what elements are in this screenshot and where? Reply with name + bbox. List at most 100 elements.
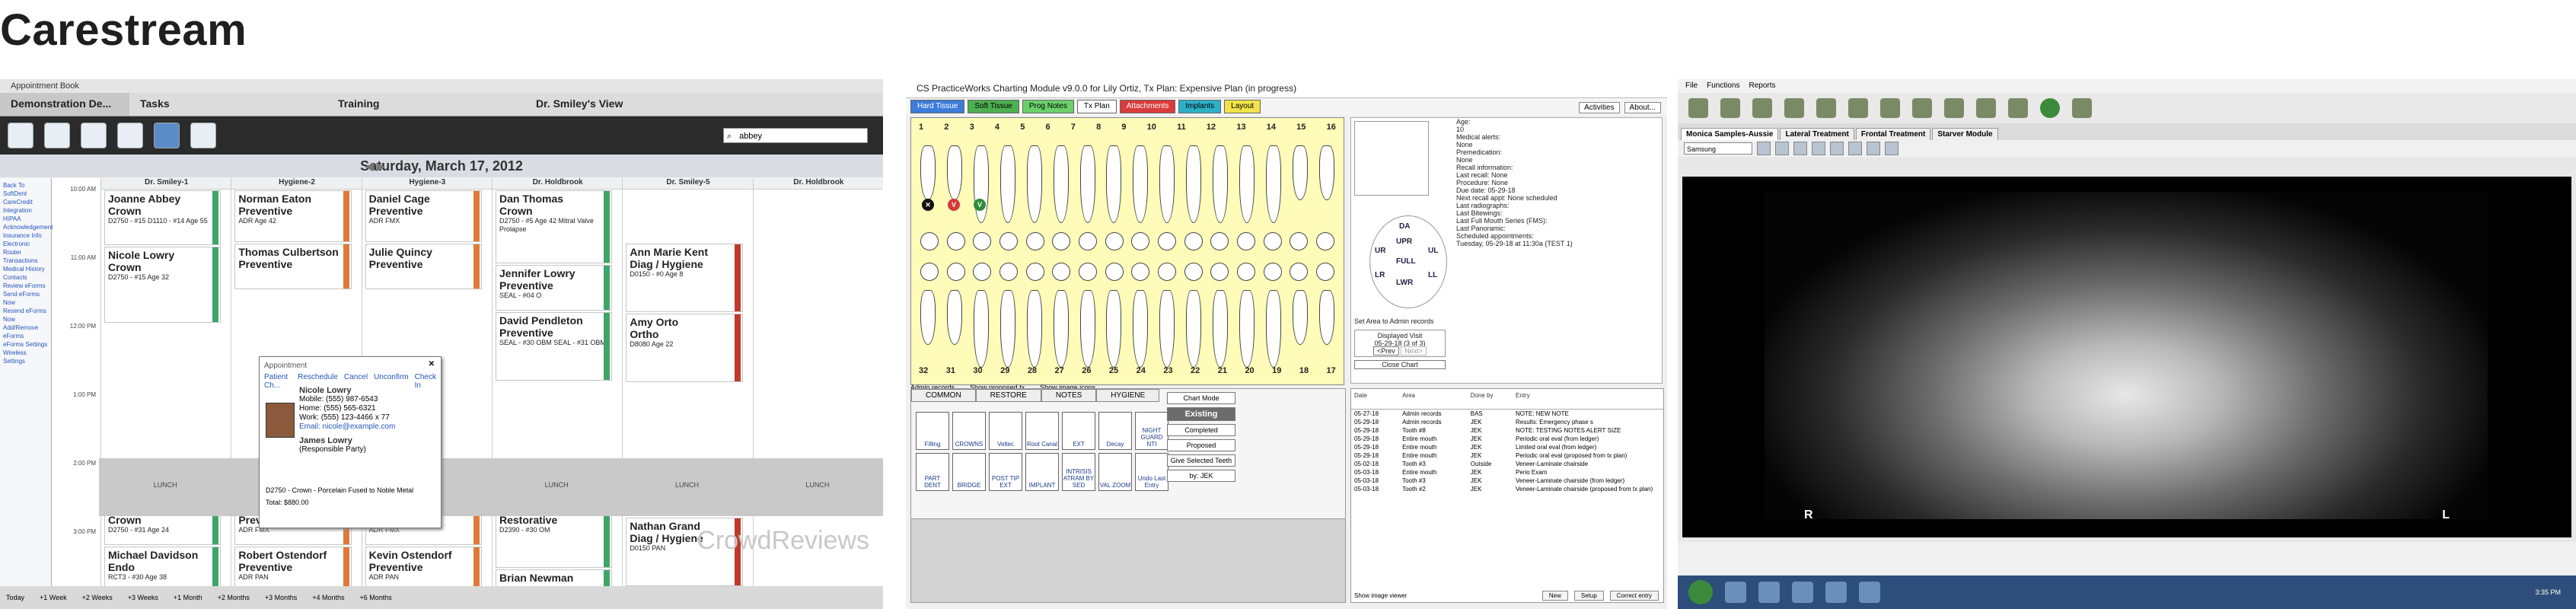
appointment-card[interactable]: David Pendleton Preventive SEAL - #30 OBM … <box>496 312 613 381</box>
chart-tab[interactable]: Tx Plan <box>1076 100 1117 113</box>
checklist-icon[interactable] <box>44 123 70 148</box>
procedure-button[interactable]: IMPLANT <box>1025 453 1059 491</box>
occlusal-surface[interactable] <box>920 263 939 281</box>
next-visit-button[interactable]: Next> <box>1401 346 1427 356</box>
tooth[interactable] <box>999 145 1015 223</box>
tooth[interactable] <box>1159 145 1175 223</box>
side-link[interactable]: CareCredit Integration <box>3 198 48 215</box>
procedure-button[interactable]: Root Canal <box>1025 412 1059 450</box>
close-icon[interactable]: ✕ <box>429 360 435 368</box>
occlusal-surface[interactable] <box>1184 263 1203 281</box>
print-icon[interactable] <box>190 123 216 148</box>
procedure-button[interactable]: Veltec <box>989 412 1022 450</box>
occlusal-surface[interactable] <box>1105 263 1124 281</box>
tooth[interactable] <box>1239 290 1255 368</box>
procedure-button[interactable]: Filling <box>916 412 949 450</box>
procedure-tab[interactable]: COMMON <box>911 389 976 402</box>
appointment-card[interactable]: Kevin Ostendorf Preventive ADR PAN <box>365 547 482 588</box>
procedure-button[interactable]: POST TIP EXT <box>989 453 1022 491</box>
tooth[interactable] <box>1292 290 1308 345</box>
arch-selector[interactable]: DA UPR UR UL FULL LR LL LWR <box>1369 215 1447 308</box>
start-icon[interactable] <box>1688 580 1713 604</box>
capture-icon[interactable] <box>1720 98 1740 118</box>
occlusal-surface[interactable] <box>999 232 1018 250</box>
log-button[interactable]: New <box>1541 591 1568 601</box>
close-chart-button[interactable]: Close Chart <box>1354 360 1446 369</box>
tooth[interactable] <box>1159 290 1175 368</box>
log-row[interactable]: 05-03-18 Entire mouth JEK Perio Exam <box>1351 468 1663 477</box>
annotate-icon[interactable] <box>1848 142 1862 155</box>
template-icon[interactable] <box>1848 98 1868 118</box>
notes-area[interactable] <box>911 518 1345 602</box>
side-link[interactable]: HIPAA Acknowledgement <box>3 215 53 231</box>
procedure-button[interactable]: VAL ZOOM <box>1098 453 1132 491</box>
about-button[interactable]: About... <box>1624 102 1661 113</box>
panoramic-icon[interactable] <box>2008 98 2028 118</box>
procedure-button[interactable]: BRIDGE <box>952 453 986 491</box>
log-row[interactable]: 05-27-18 Admin records BAS NOTE: NEW NOTE <box>1351 410 1663 418</box>
tooth[interactable] <box>1186 290 1202 368</box>
range-button[interactable]: +3 Months <box>265 594 297 601</box>
appointment-card[interactable]: Amy Orto Ortho D8080 Age 22 <box>626 314 743 382</box>
device-select[interactable]: Samsung <box>1684 142 1752 155</box>
imaging-tab[interactable]: Lateral Treatment <box>1780 128 1854 140</box>
occlusal-surface[interactable] <box>973 263 992 281</box>
occlusal-surface[interactable] <box>1210 263 1229 281</box>
tooth[interactable] <box>1318 145 1334 200</box>
procedure-button[interactable]: INTRISIS ATRAM BY SED <box>1062 453 1095 491</box>
occlusal-surface[interactable] <box>1131 263 1150 281</box>
occlusal-surface[interactable] <box>1052 263 1071 281</box>
chart-tab[interactable]: Prog Notes <box>1022 100 1074 113</box>
appointment-card[interactable]: Joanne Abbey Crown D2750 - #15 D1110 - #14… <box>104 190 222 245</box>
tooth[interactable] <box>1133 145 1149 223</box>
chart-tab[interactable]: Attachments <box>1119 100 1176 113</box>
show-image-viewer-checkbox[interactable]: Show image viewer <box>1354 592 1407 599</box>
appointment-card[interactable]: Nicole Lowry Crown D2750 - #15 Age 32 <box>104 247 222 323</box>
search-input[interactable]: ⌕ abbey <box>723 128 868 143</box>
tooth[interactable] <box>1106 145 1122 223</box>
acquire-icon[interactable] <box>1688 98 1708 118</box>
chart-mode-option[interactable]: Proposed <box>1167 439 1235 451</box>
media-icon[interactable] <box>1792 582 1813 603</box>
tooth[interactable] <box>973 145 989 223</box>
layout-icon[interactable] <box>1880 98 1900 118</box>
lightbox-icon[interactable] <box>2072 98 2092 118</box>
range-button[interactable]: +3 Weeks <box>128 594 158 601</box>
set-area-checkbox[interactable]: Set Area to Admin records <box>1354 317 1446 325</box>
refresh-icon[interactable] <box>2040 98 2060 118</box>
tooth[interactable] <box>1106 290 1122 368</box>
log-row[interactable]: 05-29-18 Entire mouth JEK Periodic oral eva… <box>1351 451 1663 460</box>
procedure-button[interactable]: PART DENT <box>916 453 949 491</box>
occlusal-surface[interactable] <box>1025 232 1044 250</box>
settings-icon[interactable] <box>1976 98 1996 118</box>
range-button[interactable]: +2 Months <box>218 594 250 601</box>
side-link[interactable]: Electronic Router <box>3 240 48 257</box>
export-icon[interactable] <box>1885 142 1899 155</box>
occlusal-surface[interactable] <box>1236 263 1255 281</box>
appointment-card[interactable]: Ann Marie Kent Diag / Hygiene D0150 - #0 A… <box>626 244 743 312</box>
range-button[interactable]: Today <box>6 594 24 601</box>
tooth[interactable] <box>946 145 962 200</box>
occlusal-surface[interactable] <box>1315 263 1334 281</box>
activities-button[interactable]: Activities <box>1579 102 1620 113</box>
sensor-icon[interactable] <box>1912 98 1932 118</box>
chart-tab[interactable]: Implants <box>1178 100 1222 113</box>
tooth[interactable] <box>946 290 962 345</box>
log-row[interactable]: 05-03-18 Tooth #3 JEK Veneer-Laminate chair… <box>1351 477 1663 485</box>
log-row[interactable]: 05-29-18 Entire mouth JEK Periodic oral eva… <box>1351 435 1663 443</box>
tab-training[interactable]: Training <box>327 93 525 116</box>
tooth[interactable] <box>1318 290 1334 345</box>
occlusal-surface[interactable] <box>1105 232 1124 250</box>
occlusal-surface[interactable] <box>1290 263 1309 281</box>
occlusal-surface[interactable] <box>1263 232 1282 250</box>
browser-icon[interactable] <box>1725 582 1746 603</box>
tooth[interactable] <box>1239 145 1255 223</box>
procedure-button[interactable]: CROWNS <box>952 412 986 450</box>
side-link[interactable]: Review eForms <box>3 282 48 290</box>
appointment-card[interactable]: Thomas Culbertson Preventive <box>234 244 352 289</box>
side-link[interactable]: eForms Settings <box>3 340 48 349</box>
tooth[interactable] <box>1133 290 1149 368</box>
flip-icon[interactable] <box>1812 142 1825 155</box>
imaging-app-icon[interactable] <box>1859 582 1880 603</box>
occlusal-surface[interactable] <box>920 232 939 250</box>
